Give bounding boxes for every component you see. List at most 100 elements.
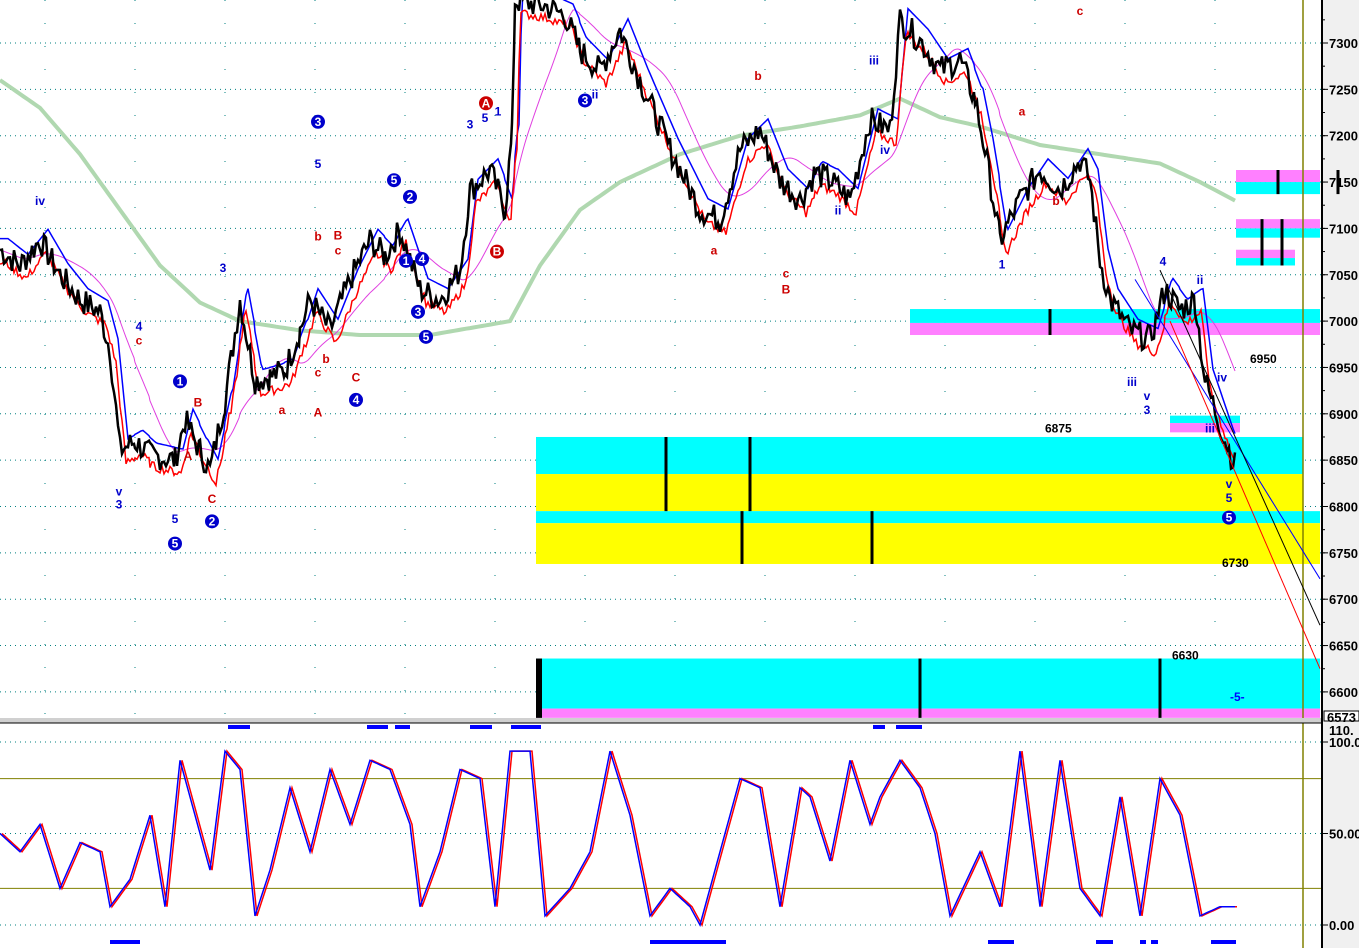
wave-label-circled: 4 [349,392,363,407]
wave-label: B [782,282,791,296]
wave-label: iii [1205,421,1215,435]
wave-label-circled: 5 [168,536,182,551]
wave-label-circled: 5 [1222,510,1236,525]
wave-label: 1 [403,254,410,268]
wave-label: v [1144,389,1151,403]
wave-label: iii [1127,375,1137,389]
wave-label: 1 [999,257,1006,271]
zone-band [910,322,1320,336]
wave-label: ii [835,203,842,217]
wave-label: 4 [353,393,360,407]
signal-bar [1211,940,1236,944]
price-level-label: 6730 [1222,556,1249,570]
wave-label: iv [35,194,45,208]
wave-label-circled: 4 [415,251,429,266]
zone-band [536,708,1320,718]
zone-band [536,658,1320,709]
zone-band [536,523,1320,564]
wave-label-circled: 3 [411,304,425,319]
wave-label: 1 [495,104,502,118]
wave-label: iv [880,143,890,157]
wave-label: A [184,449,193,463]
price-tick-label: 7050 [1329,268,1358,283]
wave-label: ii [1197,273,1204,287]
signal-bar [367,725,388,729]
wave-label: C [352,370,361,384]
wave-label: A [482,96,491,110]
price-level-label: 6875 [1045,421,1072,435]
price-tick-label: 7300 [1329,36,1358,51]
price-pane [0,0,1322,720]
wave-label: 3 [220,261,227,275]
price-level-label: 6950 [1250,352,1277,366]
wave-label: v [116,484,123,498]
price-level-label: 6630 [1172,648,1199,662]
wave-label: 1 [177,374,184,388]
wave-label: 5 [423,330,430,344]
wave-label: 3 [315,115,322,129]
wave-label: B [334,229,343,243]
wave-label-circled: 3 [311,114,325,129]
wave-label: b [754,69,761,83]
wave-label: 2 [407,190,414,204]
wave-label: 5 [172,537,179,551]
wave-label: 4 [419,252,426,266]
wave-label: 5 [172,512,179,526]
wave-label: 4 [136,319,143,333]
zone-band [536,511,1320,524]
wave-label: B [493,245,502,259]
wave-label: 5 [1226,511,1233,525]
price-tick-label: 7100 [1329,221,1358,236]
wave-label: c [1077,4,1084,18]
wave-label-circled: A [479,96,493,111]
price-tick-label: 6750 [1329,546,1358,561]
wave-label: iv [1217,370,1227,384]
wave-label: 3 [116,497,123,511]
zone-band [1236,219,1320,229]
price-tick-label: 7200 [1329,129,1358,144]
price-tick-label: 6800 [1329,500,1358,515]
pane-separator [0,718,1322,723]
signal-bar [650,940,726,944]
wave-label: b [322,352,329,366]
signal-bar [988,940,1014,944]
signal-bar [228,725,250,729]
price-tick-label: 6900 [1329,407,1358,422]
wave-label: 2 [209,514,216,528]
wave-label: 5 [391,173,398,187]
wave-label: 5 [315,157,322,171]
wave-label-circled: 5 [419,329,433,344]
elliott-wave-chart: iv4cv3551BAC23a AcbC435b Bc521 435AB5313 iia… [0,0,1359,948]
wave-label-circled: 1 [173,374,187,389]
wave-label: 3 [467,117,474,131]
wave-label: b [314,229,321,243]
zone-band [536,474,1303,512]
signal-bar [110,940,140,944]
osc-tick-label: 0.00 [1329,918,1354,933]
price-tick-label: 6700 [1329,592,1358,607]
price-tick-label: 7150 [1329,175,1358,190]
signal-bar [395,725,410,729]
osc-signal-line [1,749,1237,927]
price-tick-label: 6850 [1329,453,1358,468]
wave-label: a [1019,104,1026,118]
signal-bar [896,725,922,729]
wave-label: iii [869,53,879,67]
wave-label-circled: 2 [205,514,219,529]
wave-label: a [711,243,718,257]
wave-label: C [208,492,217,506]
wave-label: B [194,395,203,409]
wave-label: 3 [582,93,589,107]
wave-label: b [1052,194,1059,208]
price-tick-label: 7000 [1329,314,1358,329]
osc-main-line [0,749,1235,927]
zone-band [1236,228,1320,238]
wave-label: c [335,243,342,257]
price-level-label: -5- [1230,690,1245,704]
wave-label-circled: 1 [399,253,413,268]
wave-label: a [279,403,286,417]
signal-bar [511,725,541,729]
wave-label: c [136,333,143,347]
zone-marker [536,658,542,718]
wave-label: 3 [415,305,422,319]
